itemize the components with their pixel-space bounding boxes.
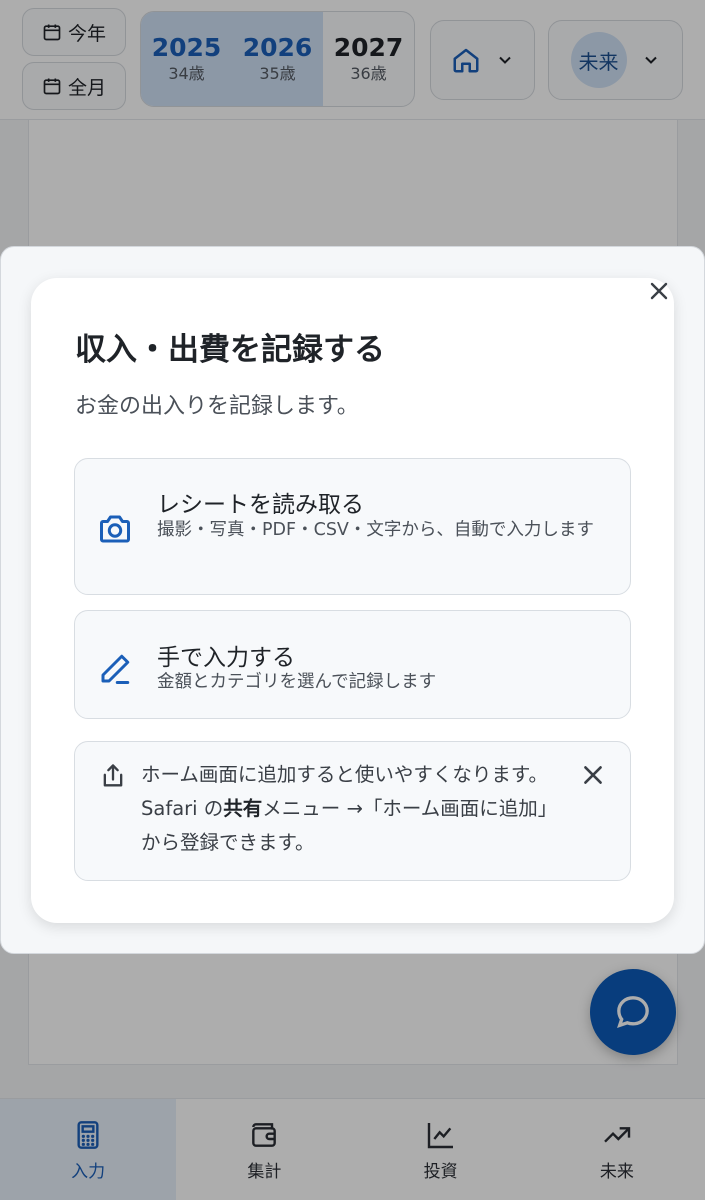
tip-text-bold: 共有 [223,797,263,820]
camera-icon [100,515,130,543]
tip-text: ホーム画面に追加すると使いやすくなります。Safari の共有メニュー →「ホー… [141,758,571,860]
share-icon [103,764,123,787]
manual-entry-option[interactable]: 手で入力する 金額とカテゴリを選んで記録します [74,610,631,719]
dialog-close-button[interactable] [644,276,674,306]
option-title: レシートを読み取る [157,492,364,518]
dialog-title: 収入・出費を記録する [75,332,385,368]
option-description: 金額とカテゴリを選んで記録します [157,672,437,692]
scan-receipt-option[interactable]: レシートを読み取る 撮影・写真・PDF・CSV・文字から、自動で入力します [74,458,631,595]
record-dialog: 収入・出費を記録する お金の出入りを記録します。 レシートを読み取る 撮影・写真… [31,278,674,923]
add-to-home-tip: ホーム画面に追加すると使いやすくなります。Safari の共有メニュー →「ホー… [74,741,631,881]
option-description: 撮影・写真・PDF・CSV・文字から、自動で入力します [157,520,594,540]
dialog-subtitle: お金の出入りを記録します。 [75,394,359,419]
close-icon [650,282,668,300]
close-icon[interactable] [580,762,606,788]
pencil-icon [101,654,130,684]
option-title: 手で入力する [157,645,295,671]
